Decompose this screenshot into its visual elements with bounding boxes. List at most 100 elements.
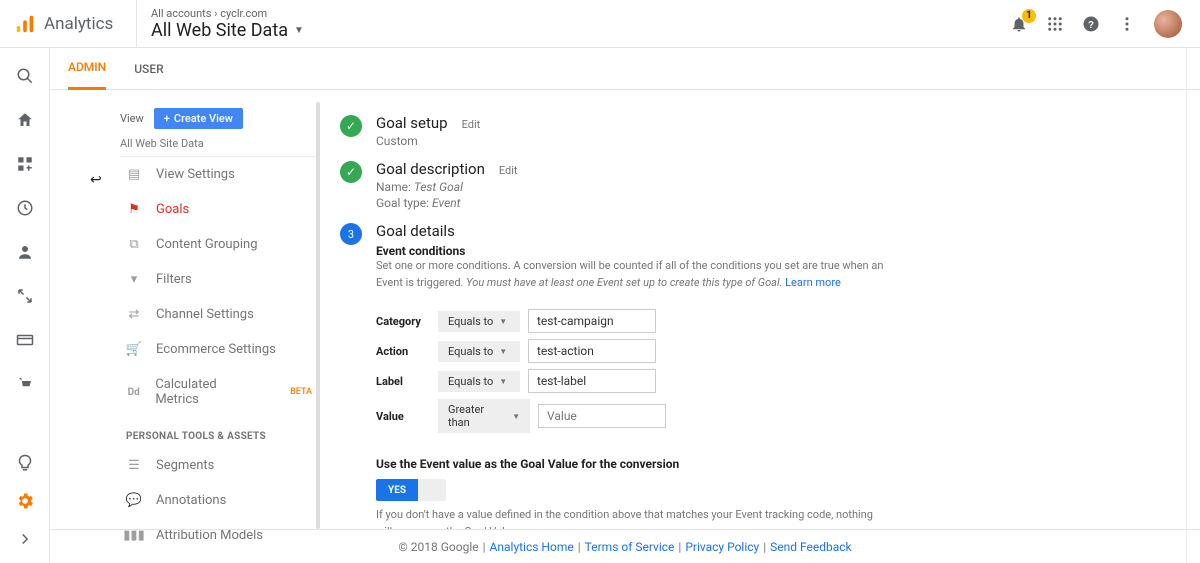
content-region: ↩ View + Create View All Web Site Data ▤… [50,90,1200,529]
conversions-icon[interactable] [15,374,35,394]
menu-channel-settings[interactable]: ⇄Channel Settings [120,297,320,332]
avatar[interactable] [1154,10,1182,38]
edit-step2-link[interactable]: Edit [499,164,518,177]
filter-icon: ▾ [126,272,142,287]
logo-block[interactable]: Analytics [14,13,136,35]
metrics-icon: Dd [126,387,141,398]
event-conditions-help: Set one or more conditions. A conversion… [376,258,896,291]
menu-annotations[interactable]: 💬Annotations [120,483,320,518]
realtime-icon[interactable] [15,198,35,218]
chevron-down-icon: ▼ [499,317,507,326]
chevron-down-icon: ▼ [499,377,507,386]
step-goal-description: ✓ Goal description Edit Name: Test Goal … [340,160,1170,210]
check-icon: ✓ [340,161,362,183]
menu-calculated-metrics[interactable]: DdCalculated Metrics BETA [120,367,320,417]
breadcrumb: All accounts › cyclr.com [151,7,1010,20]
audience-icon[interactable] [15,242,35,262]
menu-ecommerce-settings[interactable]: 🛒Ecommerce Settings [120,332,320,367]
goal-editor: ✓ Goal setup Edit Custom ✓ Goal descript… [320,90,1200,529]
footer-link-home[interactable]: Analytics Home [490,540,574,554]
cart-icon: 🛒 [126,342,142,357]
create-view-button[interactable]: + Create View [154,108,243,129]
footer-link-feedback[interactable]: Send Feedback [770,540,852,554]
title-block[interactable]: All accounts › cyclr.com All Web Site Da… [136,0,1010,48]
notification-badge: 1 [1022,9,1036,23]
menu-view-settings[interactable]: ▤View Settings [120,157,320,192]
annotations-icon: 💬 [126,493,142,508]
conditions-table: Category Equals to▼ Action Equals to▼ La… [376,309,1170,433]
menu-filters[interactable]: ▾Filters [120,262,320,297]
cond-row-action: Action Equals to▼ [376,339,1170,363]
acquisition-icon[interactable] [15,286,35,306]
cond-label-input[interactable] [528,369,656,393]
toggle-heading: Use the Event value as the Goal Value fo… [376,457,1170,471]
toggle-help-text: If you don't have a value defined in the… [376,507,876,529]
cond-value-operator[interactable]: Greater than▼ [438,399,530,433]
left-nav-rail [0,48,50,563]
chevron-down-icon: ▼ [512,412,520,421]
cond-value-input[interactable] [538,404,666,428]
menu-goals[interactable]: ⚑Goals [120,192,320,227]
event-conditions-heading: Event conditions [376,244,1170,258]
product-name: Analytics [44,14,113,34]
step1-subtitle: Custom [376,134,480,148]
search-icon[interactable] [15,66,35,86]
step2-type: Goal type: Event [376,196,518,210]
step-goal-details: 3 Goal details Event conditions Set one … [340,222,1170,529]
flag-icon: ⚑ [126,202,142,217]
plus-icon: + [164,112,170,125]
page-title: All Web Site Data [151,20,288,41]
cond-category-operator[interactable]: Equals to▼ [438,311,520,332]
page-scrollbar[interactable] [1186,48,1200,563]
view-label: View [120,112,144,125]
home-icon[interactable] [15,110,35,130]
customization-icon[interactable] [15,154,35,174]
collapse-icon[interactable] [15,529,35,549]
edit-step1-link[interactable]: Edit [462,118,481,131]
view-column: ↩ View + Create View All Web Site Data ▤… [50,90,320,529]
admin-tabs: ADMIN USER [50,48,1200,90]
cond-row-category: Category Equals to▼ [376,309,1170,333]
segments-icon: ☰ [126,458,142,473]
cond-action-input[interactable] [528,339,656,363]
more-vert-icon[interactable] [1118,15,1136,33]
menu-segments[interactable]: ☰Segments [120,448,320,483]
cond-label-operator[interactable]: Equals to▼ [438,371,520,392]
chevron-down-icon: ▼ [294,25,304,36]
learn-more-link[interactable]: Learn more [785,276,841,289]
goal-value-toggle[interactable]: YES [376,479,446,501]
cond-row-label: Label Equals to▼ [376,369,1170,393]
notifications-icon[interactable]: 1 [1010,15,1028,33]
check-icon: ✓ [340,115,362,137]
menu-content-grouping[interactable]: ⧉Content Grouping [120,227,320,262]
admin-gear-icon[interactable] [15,491,35,511]
back-arrow-icon[interactable]: ↩ [90,172,102,188]
view-menu: ▤View Settings ⚑Goals ⧉Content Grouping … [120,156,320,553]
step-goal-setup: ✓ Goal setup Edit Custom [340,114,1170,148]
chevron-down-icon: ▼ [499,347,507,356]
file-icon: ▤ [126,167,142,182]
analytics-logo-icon [14,13,36,35]
footer: © 2018 Google | Analytics Home | Terms o… [50,529,1200,563]
apps-icon[interactable] [1046,15,1064,33]
footer-link-privacy[interactable]: Privacy Policy [685,540,759,554]
view-name[interactable]: All Web Site Data [120,137,320,150]
tab-admin[interactable]: ADMIN [68,48,106,90]
discover-icon[interactable] [15,453,35,473]
cond-row-value: Value Greater than▼ [376,399,1170,433]
step2-title: Goal description [376,160,485,178]
personal-tools-header: PERSONAL TOOLS & ASSETS [120,417,320,448]
step3-number-badge: 3 [340,223,362,245]
footer-link-tos[interactable]: Terms of Service [585,540,675,554]
header-actions: 1 ? [1010,10,1192,38]
step3-title: Goal details [376,222,1170,240]
help-icon[interactable]: ? [1082,15,1100,33]
column-scrollbar[interactable] [316,102,320,529]
step1-title: Goal setup [376,114,448,132]
svg-text:?: ? [1088,19,1094,30]
app-header: Analytics All accounts › cyclr.com All W… [0,0,1200,48]
cond-action-operator[interactable]: Equals to▼ [438,341,520,362]
cond-category-input[interactable] [528,309,656,333]
behavior-icon[interactable] [15,330,35,350]
tab-user[interactable]: USER [134,48,163,90]
